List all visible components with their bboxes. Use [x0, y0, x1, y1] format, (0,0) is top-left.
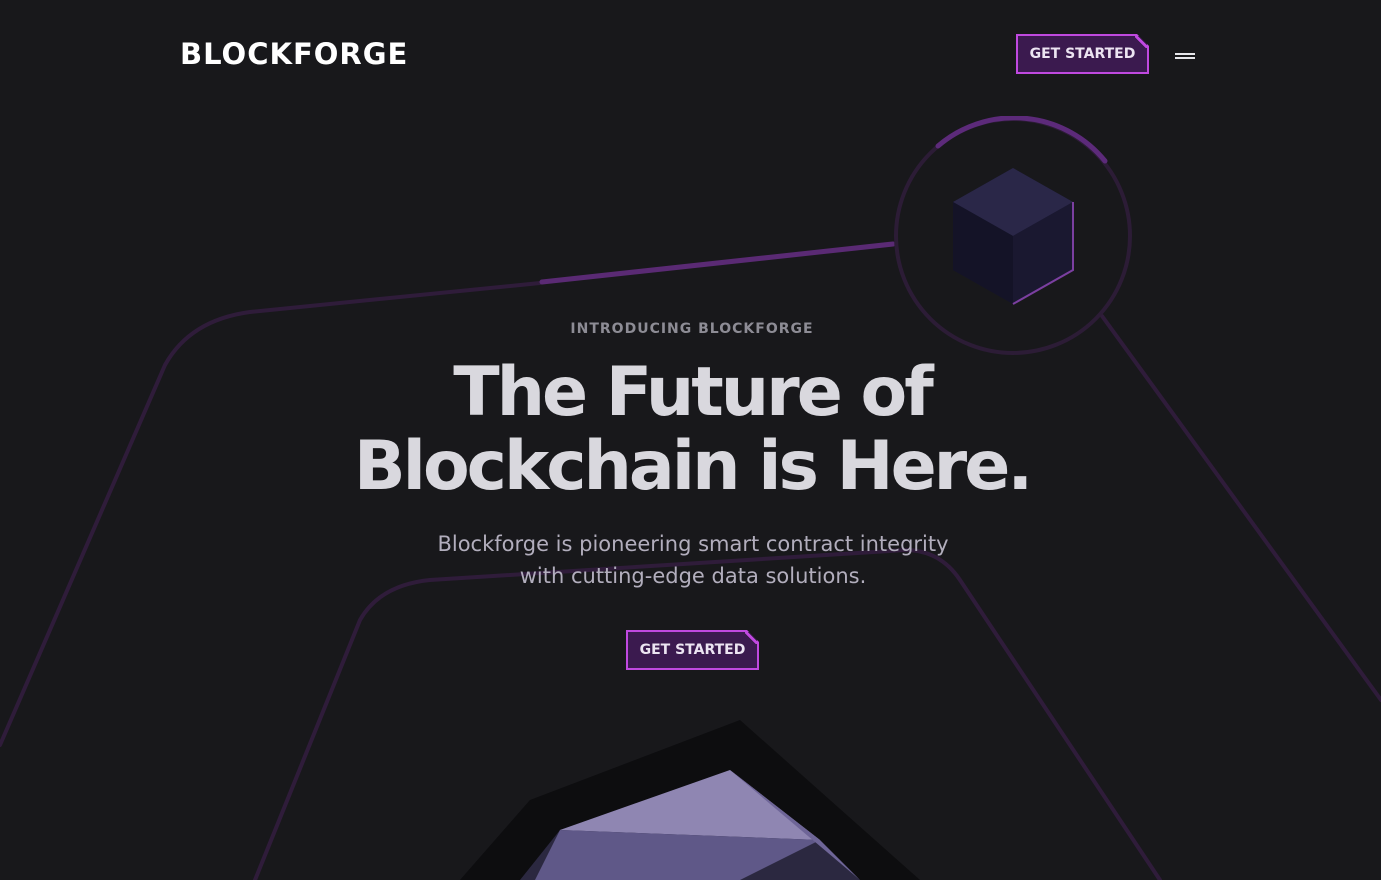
hero-headline: The Future of Blockchain is Here.: [0, 356, 1381, 504]
cube-icon: [953, 168, 1074, 305]
subtext-line-2: with cutting-edge data solutions.: [519, 564, 867, 588]
menu-bar: [1175, 57, 1195, 59]
crystal-icon: [460, 720, 920, 880]
cube-orb: [894, 116, 1132, 355]
subtext-line-1: Blockforge is pioneering smart contract …: [437, 532, 949, 556]
hero-subtext: Blockforge is pioneering smart contract …: [0, 528, 1381, 592]
site-header: BLOCKFORGE GET STARTED: [0, 0, 1381, 110]
hamburger-menu-icon[interactable]: [1173, 48, 1197, 64]
headline-line-2: Blockchain is Here.: [353, 427, 1033, 506]
brand-logo[interactable]: BLOCKFORGE: [180, 37, 408, 71]
hero-eyebrow: INTRODUCING BLOCKFORGE: [570, 321, 814, 337]
hero-get-started-button[interactable]: GET STARTED: [626, 630, 759, 670]
headline-line-1: The Future of: [453, 353, 934, 432]
header-get-started-button[interactable]: GET STARTED: [1016, 34, 1149, 74]
menu-bar: [1175, 53, 1195, 55]
